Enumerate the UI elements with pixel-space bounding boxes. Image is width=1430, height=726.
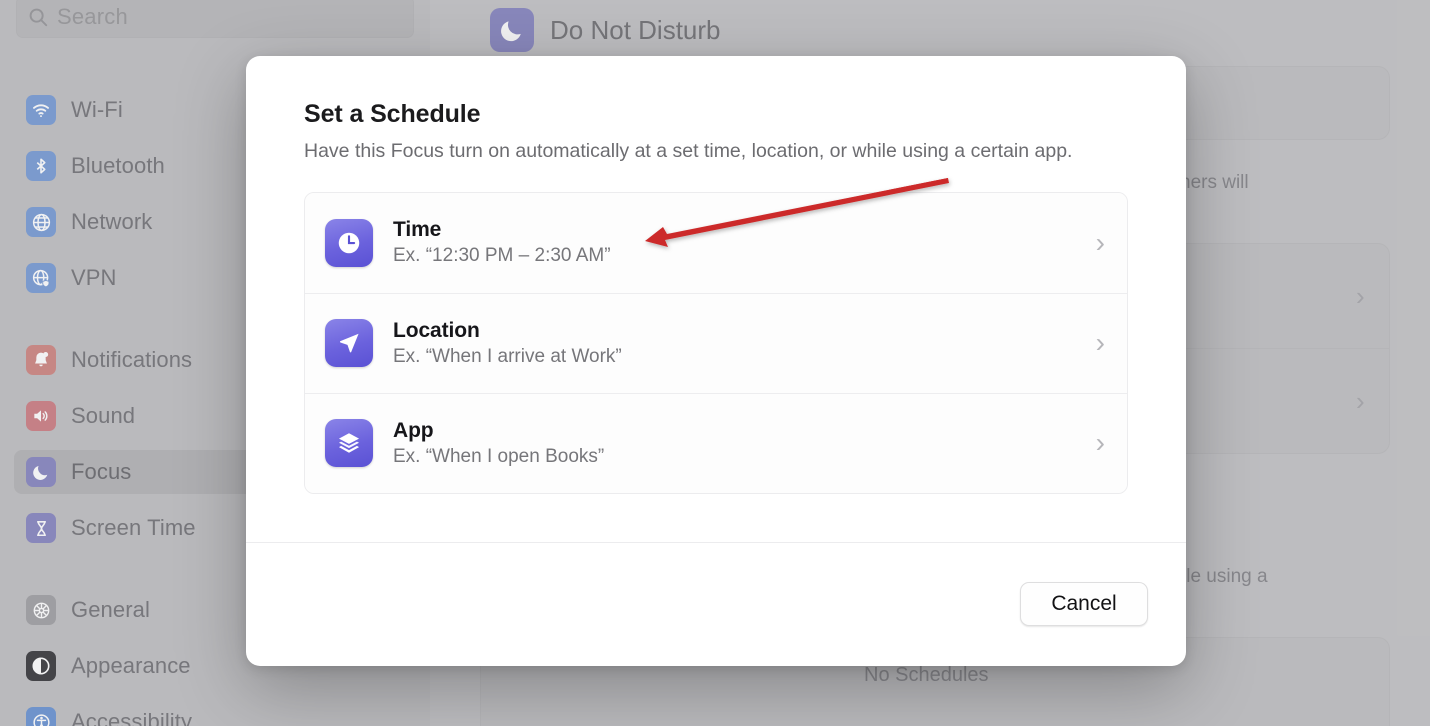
option-texts: Location Ex. “When I arrive at Work” [393,319,1076,368]
option-example: Ex. “12:30 PM – 2:30 AM” [393,245,611,267]
schedule-option-location[interactable]: Location Ex. “When I arrive at Work” › [305,292,1127,393]
dialog-footer: Cancel [246,542,1186,666]
set-a-schedule-dialog: Set a Schedule Have this Focus turn on a… [246,56,1186,666]
schedule-option-list: Time Ex. “12:30 PM – 2:30 AM” › Location [304,191,1128,494]
location-arrow-icon [325,319,373,368]
option-title: Location [393,318,480,342]
chevron-right-icon[interactable]: › [1096,429,1105,457]
option-example: Ex. “When I arrive at Work” [393,345,622,367]
chevron-right-icon[interactable]: › [1096,228,1105,257]
clock-icon [325,218,373,267]
option-title: Time [393,218,442,242]
dialog-body: Set a Schedule Have this Focus turn on a… [246,56,1186,494]
cancel-button[interactable]: Cancel [1020,582,1148,626]
option-title: App [393,418,434,442]
dialog-description: Have this Focus turn on automatically at… [304,140,1073,162]
schedule-option-app[interactable]: App Ex. “When I open Books” › [305,392,1127,493]
layers-icon [325,419,373,468]
screen: Search Wi-Fi Bluetooth Network VPN Notif… [0,0,1430,726]
schedule-option-time[interactable]: Time Ex. “12:30 PM – 2:30 AM” › [305,192,1127,293]
dialog-title: Set a Schedule [304,100,481,128]
option-texts: App Ex. “When I open Books” [393,419,1076,468]
chevron-right-icon[interactable]: › [1096,329,1105,357]
option-texts: Time Ex. “12:30 PM – 2:30 AM” [393,218,1076,267]
option-example: Ex. “When I open Books” [393,445,605,467]
